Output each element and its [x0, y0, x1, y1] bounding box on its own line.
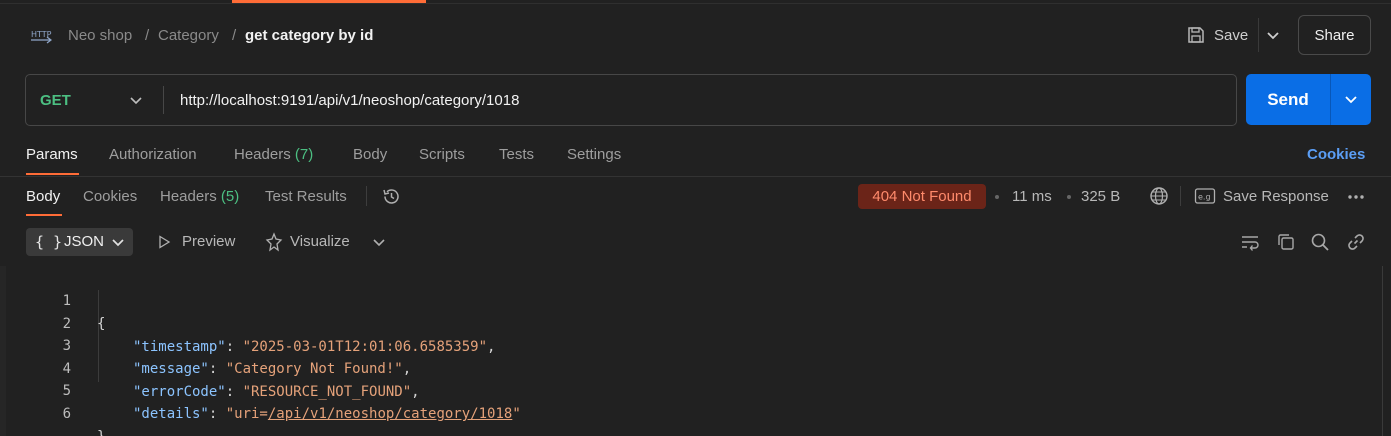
play-icon[interactable]: [157, 235, 171, 249]
code-line[interactable]: 3 "message": "Category Not Found!",: [0, 312, 1380, 377]
chevron-down-icon: [112, 239, 124, 247]
code-line[interactable]: 1 {: [0, 267, 1380, 332]
tab-settings[interactable]: Settings: [567, 145, 621, 165]
tab-headers[interactable]: Headers (7): [234, 145, 313, 165]
globe-icon[interactable]: [1149, 186, 1169, 206]
chevron-down-icon[interactable]: [128, 92, 144, 108]
code-line[interactable]: 2 "timestamp": "2025-03-01T12:01:06.6585…: [0, 290, 1380, 355]
scrollbar[interactable]: [1382, 266, 1391, 436]
http-icon: HTTP: [31, 30, 52, 44]
divider: [1330, 74, 1331, 125]
json-value-suffix: ": [512, 406, 521, 422]
response-size[interactable]: 325 B: [1081, 187, 1120, 207]
tab-authorization[interactable]: Authorization: [109, 145, 197, 165]
response-time[interactable]: 11 ms: [1012, 187, 1052, 207]
json-value-prefix: "uri=: [225, 406, 268, 422]
status-badge[interactable]: 404 Not Found: [858, 184, 986, 209]
divider: [1258, 18, 1259, 52]
save-button[interactable]: Save: [1214, 26, 1248, 46]
divider: [366, 186, 367, 206]
save-icon[interactable]: [1186, 25, 1206, 45]
headers-count: (5): [220, 188, 240, 205]
method-select[interactable]: GET: [40, 91, 71, 111]
visualize-icon[interactable]: [263, 231, 285, 253]
headers-count: (7): [294, 146, 314, 163]
json-value-link[interactable]: /api/v1/neoshop/category/1018: [268, 406, 512, 422]
tab-label: Headers: [234, 146, 291, 163]
copy-icon[interactable]: [1276, 232, 1296, 252]
save-response-button[interactable]: Save Response: [1223, 187, 1329, 207]
share-button[interactable]: Share: [1298, 15, 1371, 55]
breadcrumb-workspace[interactable]: Neo shop: [68, 26, 132, 46]
chevron-down-icon[interactable]: [1264, 26, 1282, 44]
chevron-down-icon[interactable]: [1342, 92, 1360, 108]
tab-params[interactable]: Params: [26, 145, 78, 165]
tab-scripts[interactable]: Scripts: [419, 145, 465, 165]
search-icon[interactable]: [1310, 232, 1330, 252]
format-label: JSON: [64, 233, 105, 250]
breadcrumb-folder[interactable]: Category: [158, 26, 219, 46]
separator-dot: [1067, 195, 1071, 199]
code-brace: }: [97, 426, 105, 436]
code-text: "details": "uri=/api/v1/neoshop/category…: [133, 406, 521, 422]
breadcrumb-separator: /: [232, 27, 237, 44]
active-tab-underline: [26, 173, 79, 175]
wrap-lines-icon[interactable]: [1240, 232, 1260, 252]
tab-body[interactable]: Body: [353, 145, 387, 165]
code-line[interactable]: 4 "errorCode": "RESOURCE_NOT_FOUND",: [0, 335, 1380, 400]
save-response-icon[interactable]: e.g: [1194, 187, 1216, 205]
tab-tests[interactable]: Tests: [499, 145, 534, 165]
svg-text:e.g: e.g: [1198, 193, 1211, 202]
breadcrumb-separator: /: [145, 27, 150, 44]
page-title[interactable]: get category by id: [245, 26, 373, 46]
code-line[interactable]: 6 }: [0, 380, 1380, 436]
tab-response-body[interactable]: Body: [26, 187, 60, 207]
url-input[interactable]: http://localhost:9191/api/v1/neoshop/cat…: [180, 91, 519, 111]
divider: [1180, 186, 1181, 206]
code-line[interactable]: 5 "details": "uri=/api/v1/neoshop/catego…: [0, 357, 1380, 422]
more-icon[interactable]: [1346, 188, 1366, 206]
line-number: 6: [62, 406, 71, 422]
json-key: "details": [133, 406, 209, 422]
divider: [163, 86, 164, 114]
active-tab-underline: [26, 214, 62, 216]
chevron-down-icon[interactable]: [371, 234, 387, 250]
top-border: [0, 3, 1391, 4]
tab-label: Headers: [160, 188, 217, 205]
divider: [0, 176, 1391, 177]
braces-icon: { }: [35, 233, 63, 251]
preview-button[interactable]: Preview: [182, 232, 235, 252]
separator-dot: [995, 195, 999, 199]
send-button[interactable]: Send: [1246, 74, 1330, 125]
tab-response-cookies[interactable]: Cookies: [83, 187, 137, 207]
visualize-button[interactable]: Visualize: [290, 232, 350, 252]
history-icon[interactable]: [381, 186, 402, 207]
cookies-link[interactable]: Cookies: [1307, 145, 1365, 165]
link-icon[interactable]: [1346, 232, 1366, 252]
tab-test-results[interactable]: Test Results: [265, 187, 347, 207]
tab-response-headers[interactable]: Headers (5): [160, 187, 239, 207]
